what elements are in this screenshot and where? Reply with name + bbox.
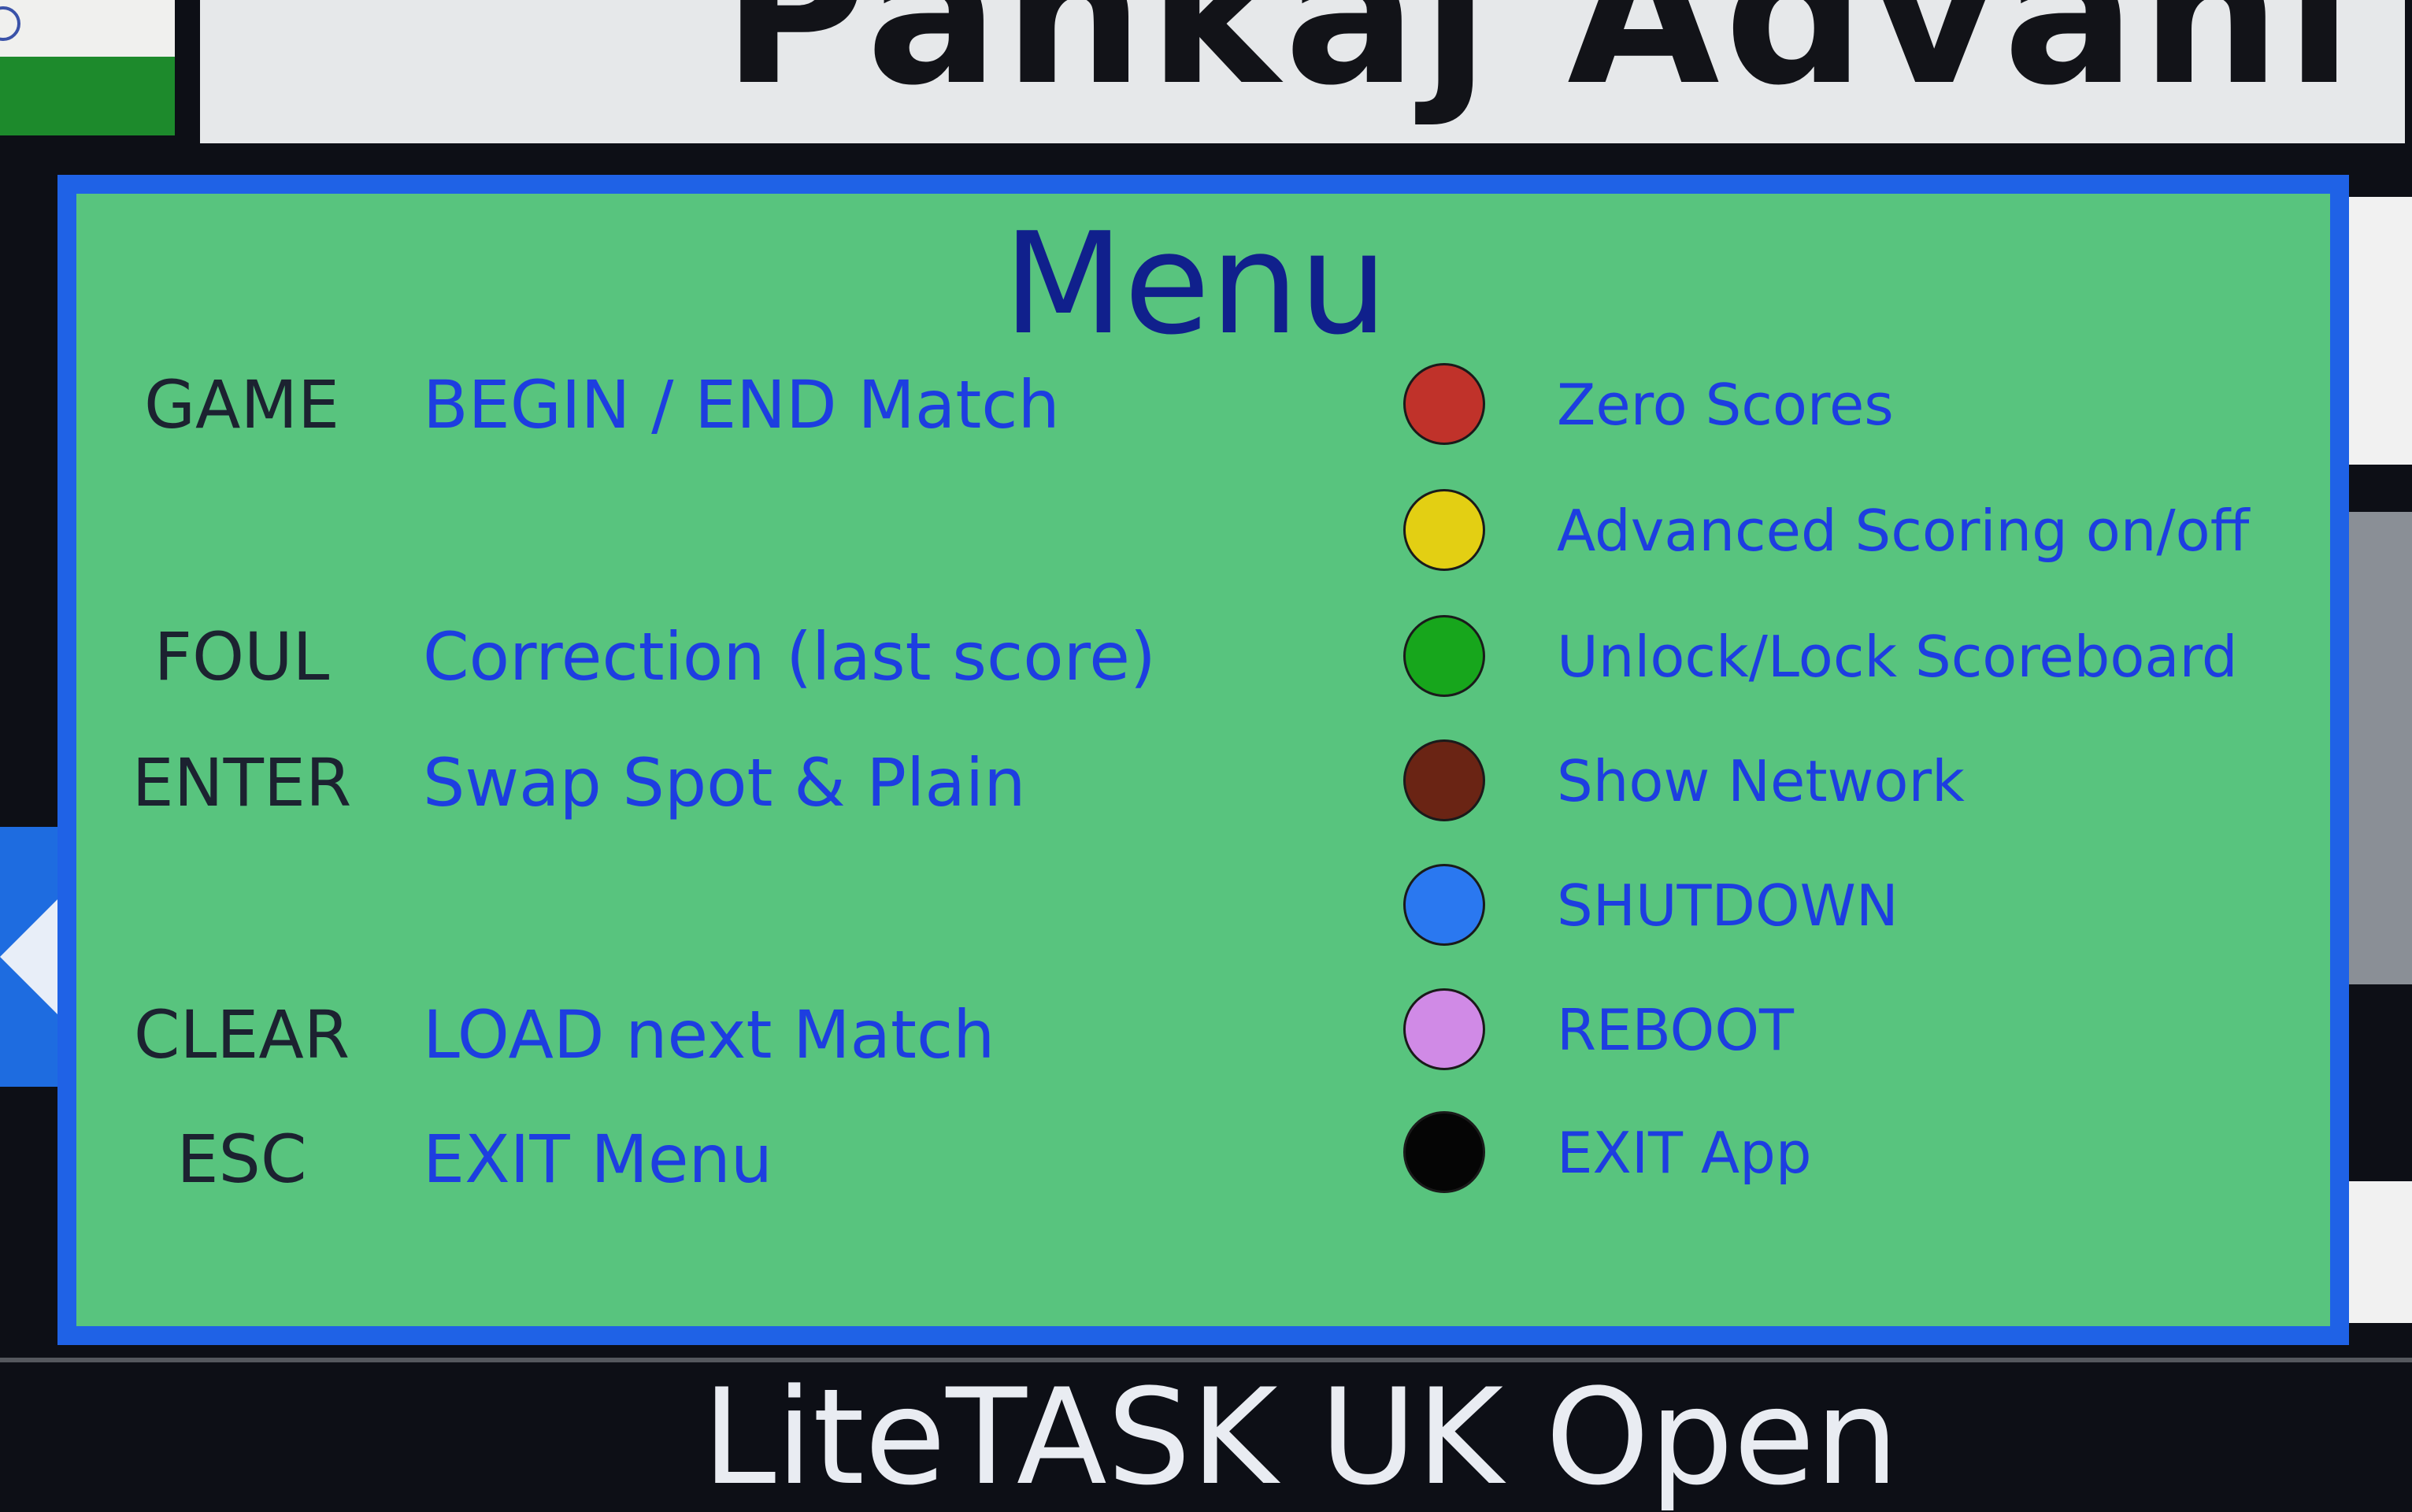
option-unlock-lock-scoreboard[interactable]: Unlock/Lock Scoreboard xyxy=(1376,611,2321,706)
option-advanced-scoring[interactable]: Advanced Scoring on/off xyxy=(1376,485,2321,580)
menu-row-esc[interactable]: ESC EXIT Menu xyxy=(76,1112,1336,1206)
background-panel xyxy=(2341,1181,2412,1323)
option-label: Unlock/Lock Scoreboard xyxy=(1557,624,2238,690)
menu-row-game[interactable]: GAME BEGIN / END Match xyxy=(76,358,1336,452)
india-flag-icon xyxy=(0,0,175,135)
key-label: ENTER xyxy=(132,744,352,821)
key-label: ESC xyxy=(176,1121,307,1198)
menu-title-text: Menu xyxy=(1002,202,1388,365)
menu-panel: Menu GAME BEGIN / END Match FOUL Correct… xyxy=(57,175,2349,1345)
black-button-icon xyxy=(1403,1111,1485,1193)
background-score-panels xyxy=(2341,197,2412,1378)
option-label: Advanced Scoring on/off xyxy=(1557,498,2250,564)
option-reboot[interactable]: REBOOT xyxy=(1376,984,2321,1079)
option-label: EXIT App xyxy=(1557,1120,1812,1186)
option-shutdown[interactable]: SHUTDOWN xyxy=(1376,860,2321,954)
key-label: GAME xyxy=(143,366,340,443)
blue-button-icon xyxy=(1403,864,1485,946)
menu-row-clear[interactable]: CLEAR LOAD next Match xyxy=(76,988,1336,1082)
background-panel xyxy=(2341,512,2412,984)
turn-arrow-icon xyxy=(0,894,63,1020)
option-show-network[interactable]: Show Network xyxy=(1376,736,2321,830)
event-title: LiteTASK UK Open xyxy=(702,1360,1899,1512)
footer: LiteTASK UK Open xyxy=(0,1362,2412,1512)
action-begin-end-match[interactable]: BEGIN / END Match xyxy=(423,358,1060,452)
red-button-icon xyxy=(1403,363,1485,445)
option-label: SHUTDOWN xyxy=(1557,873,1899,939)
option-label: Show Network xyxy=(1557,748,1965,814)
background-panel xyxy=(2341,197,2412,465)
flag-white-band xyxy=(0,0,175,57)
yellow-button-icon xyxy=(1403,489,1485,571)
green-button-icon xyxy=(1403,615,1485,697)
action-correction[interactable]: Correction (last score) xyxy=(423,610,1156,704)
player-name-bar: Pankaj Advani xyxy=(200,0,2405,143)
player-name: Pankaj Advani xyxy=(722,0,2358,128)
menu-title: Menu xyxy=(76,214,2330,354)
option-exit-app[interactable]: EXIT App xyxy=(1376,1107,2321,1202)
scoreboard-screen: Pankaj Advani Menu GAME BEGIN / END Matc… xyxy=(0,0,2412,1512)
pink-button-icon xyxy=(1403,988,1485,1070)
option-label: Zero Scores xyxy=(1557,372,1894,438)
brown-button-icon xyxy=(1403,739,1485,821)
key-label: FOUL xyxy=(154,618,330,695)
option-label: REBOOT xyxy=(1557,997,1794,1063)
option-zero-scores[interactable]: Zero Scores xyxy=(1376,359,2321,454)
action-load-next-match[interactable]: LOAD next Match xyxy=(423,988,995,1082)
key-label: CLEAR xyxy=(133,996,350,1073)
action-exit-menu[interactable]: EXIT Menu xyxy=(423,1112,773,1206)
flag-green-band xyxy=(0,57,175,135)
menu-row-enter[interactable]: ENTER Swap Spot & Plain xyxy=(76,736,1336,830)
menu-row-foul[interactable]: FOUL Correction (last score) xyxy=(76,610,1336,704)
action-swap-spot-plain[interactable]: Swap Spot & Plain xyxy=(423,736,1025,830)
